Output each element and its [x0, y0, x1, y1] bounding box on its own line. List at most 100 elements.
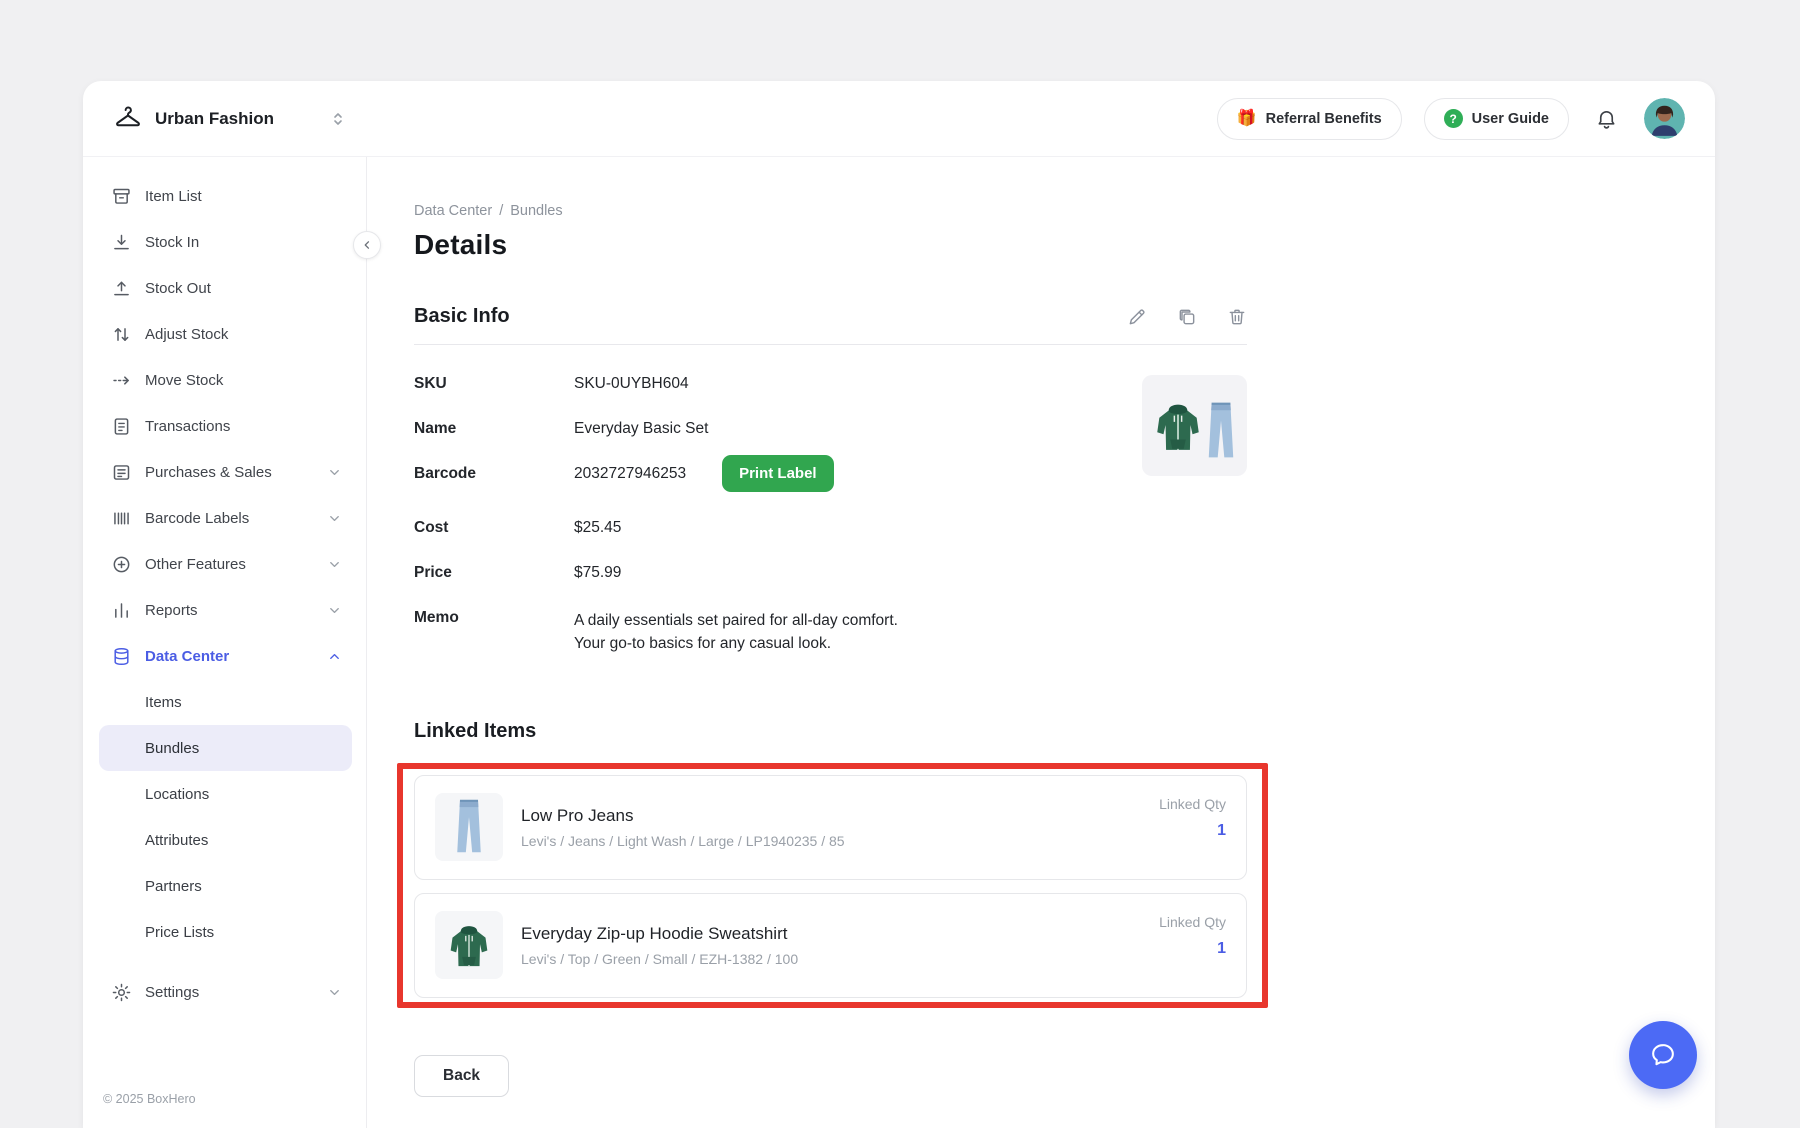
delete-icon[interactable]: [1227, 307, 1247, 327]
sidebar-subitem-label: Partners: [145, 878, 202, 895]
sidebar-collapse-button[interactable]: [353, 231, 381, 259]
breadcrumb: Data Center / Bundles: [414, 203, 1247, 219]
hanger-logo-icon: [113, 104, 143, 134]
sidebar-subitem-items[interactable]: Items: [99, 679, 352, 725]
jeans-thumbnail: [435, 793, 503, 861]
referral-benefits-label: Referral Benefits: [1266, 111, 1382, 127]
workspace-sort-icon: [332, 112, 344, 126]
main-content: Data Center / Bundles Details Basic Info: [367, 157, 1715, 1128]
sidebar-item-label: Barcode Labels: [145, 510, 314, 527]
user-avatar[interactable]: [1644, 98, 1685, 139]
sidebar-item-label: Transactions: [145, 418, 342, 435]
linked-item-row-jeans[interactable]: Low Pro Jeans Levi's / Jeans / Light Was…: [414, 775, 1247, 880]
barcode-icon: [111, 508, 132, 529]
chevron-down-icon: [327, 465, 342, 480]
breadcrumb-separator: /: [499, 203, 503, 219]
gear-icon: [111, 982, 132, 1003]
breadcrumb-data-center[interactable]: Data Center: [414, 203, 492, 219]
edit-icon[interactable]: [1127, 307, 1147, 327]
linked-item-row-hoodie[interactable]: Everyday Zip-up Hoodie Sweatshirt Levi's…: [414, 893, 1247, 998]
top-header: Urban Fashion 🎁 Referral Benefits ? User…: [83, 81, 1715, 157]
purchases-sales-icon: [111, 462, 132, 483]
sidebar-subitem-label: Bundles: [145, 740, 199, 757]
sidebar-subitem-bundles[interactable]: Bundles: [99, 725, 352, 771]
hoodie-thumbnail: [435, 911, 503, 979]
sidebar-subitem-label: Price Lists: [145, 924, 214, 941]
sidebar-subitem-price-lists[interactable]: Price Lists: [99, 909, 352, 955]
sidebar-item-other-features[interactable]: Other Features: [99, 541, 352, 587]
sidebar: Item List Stock In Stock Out Adjust Stoc…: [83, 157, 367, 1128]
sidebar-item-label: Reports: [145, 602, 314, 619]
sidebar-item-reports[interactable]: Reports: [99, 587, 352, 633]
sidebar-item-stock-in[interactable]: Stock In: [99, 219, 352, 265]
field-memo: Memo A daily essentials set paired for a…: [414, 607, 1247, 656]
chevron-down-icon: [327, 985, 342, 1000]
field-value: SKU-0UYBH604: [574, 373, 689, 393]
stock-in-icon: [111, 232, 132, 253]
app-window: Urban Fashion 🎁 Referral Benefits ? User…: [83, 81, 1715, 1128]
sidebar-item-purchases-sales[interactable]: Purchases & Sales: [99, 449, 352, 495]
user-guide-label: User Guide: [1472, 111, 1549, 127]
item-list-icon: [111, 186, 132, 207]
move-stock-icon: [111, 370, 132, 391]
linked-qty-value: 1: [1159, 940, 1226, 958]
copyright-text: © 2025 BoxHero: [99, 1092, 352, 1110]
chat-support-button[interactable]: [1629, 1021, 1697, 1089]
field-name: Name Everyday Basic Set: [414, 418, 1247, 438]
sidebar-item-data-center[interactable]: Data Center: [99, 633, 352, 679]
sidebar-item-adjust-stock[interactable]: Adjust Stock: [99, 311, 352, 357]
duplicate-icon[interactable]: [1177, 307, 1197, 327]
sidebar-item-transactions[interactable]: Transactions: [99, 403, 352, 449]
field-value: 2032727946253: [574, 463, 686, 483]
chevron-down-icon: [327, 603, 342, 618]
field-label: Price: [414, 562, 574, 582]
sidebar-item-label: Purchases & Sales: [145, 464, 314, 481]
item-attributes: Levi's / Top / Green / Small / EZH-1382 …: [521, 951, 1141, 967]
sidebar-subitem-partners[interactable]: Partners: [99, 863, 352, 909]
sidebar-subitem-locations[interactable]: Locations: [99, 771, 352, 817]
jeans-image: [1205, 390, 1237, 462]
workspace-name: Urban Fashion: [155, 109, 274, 129]
gift-icon: 🎁: [1237, 111, 1257, 127]
database-icon: [111, 646, 132, 667]
linked-qty-value: 1: [1159, 822, 1226, 840]
hoodie-image: [1153, 398, 1203, 454]
user-guide-button[interactable]: ? User Guide: [1424, 98, 1569, 140]
sidebar-item-settings[interactable]: Settings: [99, 969, 352, 1015]
back-button[interactable]: Back: [414, 1055, 509, 1097]
item-attributes: Levi's / Jeans / Light Wash / Large / LP…: [521, 833, 1141, 849]
sidebar-subitem-attributes[interactable]: Attributes: [99, 817, 352, 863]
workspace-switcher[interactable]: Urban Fashion: [113, 104, 344, 134]
field-label: Name: [414, 418, 574, 438]
bundle-product-image: [1142, 375, 1247, 476]
plus-circle-icon: [111, 554, 132, 575]
basic-info-heading: Basic Info: [414, 305, 510, 328]
sidebar-item-label: Adjust Stock: [145, 326, 342, 343]
sidebar-subitem-label: Items: [145, 694, 182, 711]
field-value: A daily essentials set paired for all-da…: [574, 607, 898, 656]
chevron-down-icon: [327, 557, 342, 572]
breadcrumb-bundles[interactable]: Bundles: [510, 203, 562, 219]
notification-bell-icon[interactable]: [1595, 107, 1618, 130]
sidebar-subitem-label: Attributes: [145, 832, 208, 849]
referral-benefits-button[interactable]: 🎁 Referral Benefits: [1217, 98, 1402, 140]
chevron-down-icon: [327, 511, 342, 526]
sidebar-item-item-list[interactable]: Item List: [99, 173, 352, 219]
linked-items-section: Linked Items: [414, 720, 1247, 1097]
sidebar-item-label: Other Features: [145, 556, 314, 573]
sidebar-item-label: Item List: [145, 188, 342, 205]
item-name: Low Pro Jeans: [521, 806, 1141, 826]
chevron-up-icon: [327, 649, 342, 664]
stock-out-icon: [111, 278, 132, 299]
bar-chart-icon: [111, 600, 132, 621]
sidebar-item-move-stock[interactable]: Move Stock: [99, 357, 352, 403]
field-sku: SKU SKU-0UYBH604: [414, 373, 1247, 393]
linked-qty-label: Linked Qty: [1159, 796, 1226, 812]
print-label-button[interactable]: Print Label: [722, 455, 834, 492]
field-price: Price $75.99: [414, 562, 1247, 582]
sidebar-item-barcode-labels[interactable]: Barcode Labels: [99, 495, 352, 541]
field-label: SKU: [414, 373, 574, 393]
sidebar-item-label: Move Stock: [145, 372, 342, 389]
sidebar-item-stock-out[interactable]: Stock Out: [99, 265, 352, 311]
linked-items-heading: Linked Items: [414, 720, 1247, 743]
